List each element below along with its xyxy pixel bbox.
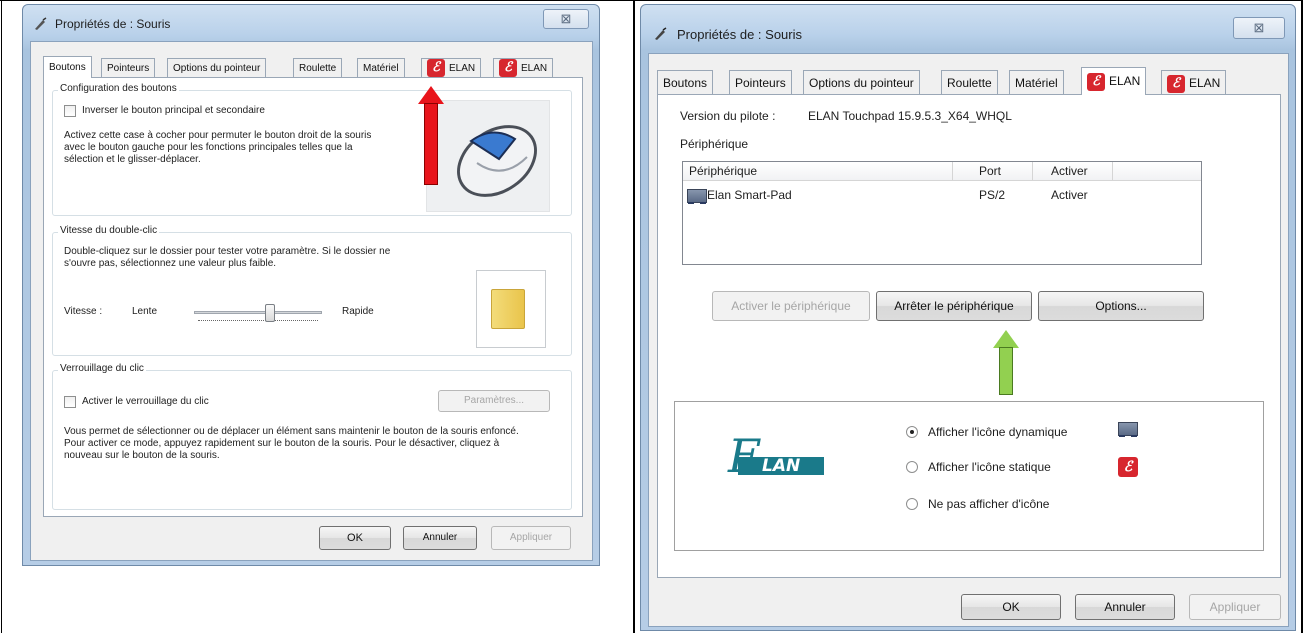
green-arrow-shaft xyxy=(999,347,1013,395)
tab-elan-2[interactable]: ℰ ELAN xyxy=(1161,70,1227,94)
right-apply-button[interactable]: Appliquer xyxy=(1189,594,1281,620)
click-lock-settings-button[interactable]: Paramètres... xyxy=(438,390,550,412)
radio-static-icon-label: Afficher l'icône statique xyxy=(928,460,1051,474)
tab-pointeurs[interactable]: Pointeurs xyxy=(729,70,792,94)
right-mouse-properties-dialog: Propriétés de : Souris ⊠ Boutons Pointeu… xyxy=(640,4,1296,631)
table-row[interactable]: Elan Smart-Pad PS/2 Activer xyxy=(683,184,1201,206)
elan-tab-icon: ℰ xyxy=(499,59,517,78)
right-tab-panel: Version du pilote : ELAN Touchpad 15.9.5… xyxy=(657,94,1281,578)
button-config-description: Activez cette case à cocher pour permute… xyxy=(64,130,372,165)
fast-label: Rapide xyxy=(342,306,374,317)
frame-divider-middle xyxy=(633,0,635,633)
radio-dynamic-icon[interactable] xyxy=(906,426,918,438)
column-header-device[interactable]: Périphérique xyxy=(683,162,953,181)
touchpad-icon xyxy=(1118,421,1138,437)
device-list-header: Périphérique Port Activer xyxy=(683,162,1201,181)
tab-roulette[interactable]: Roulette xyxy=(293,58,343,78)
elan-tab-icon: ℰ xyxy=(1087,72,1105,91)
right-title-bar[interactable]: Propriétés de : Souris ⊠ xyxy=(641,5,1295,45)
left-client-area: Boutons Pointeurs Options du pointeur Ro… xyxy=(30,41,593,561)
mouse-pointer-icon xyxy=(653,27,667,41)
click-lock-checkbox-label: Activer le verrouillage du clic xyxy=(82,396,209,407)
click-lock-description: Vous permet de sélectionner ou de déplac… xyxy=(64,426,519,461)
frame-divider-left xyxy=(1,0,2,633)
left-title-bar[interactable]: Propriétés de : Souris ⊠ xyxy=(23,5,599,45)
device-list[interactable]: Périphérique Port Activer Elan Smart-Pad… xyxy=(682,161,1202,265)
button-config-label: Configuration des boutons xyxy=(58,83,179,94)
radio-no-icon[interactable] xyxy=(906,498,918,510)
driver-version-value: ELAN Touchpad 15.9.5.3_X64_WHQL xyxy=(808,109,1012,123)
driver-version-label: Version du pilote : xyxy=(680,109,776,123)
tab-pointeurs[interactable]: Pointeurs xyxy=(101,58,156,78)
tab-elan-2-label: ELAN xyxy=(1189,76,1221,90)
slider-ticks xyxy=(198,320,318,323)
double-click-description: Double-cliquez sur le dossier pour teste… xyxy=(64,246,391,269)
options-button[interactable]: Options... xyxy=(1038,291,1204,321)
slow-label: Lente xyxy=(132,306,158,317)
frame-divider-top xyxy=(0,0,1303,1)
mouse-pointer-icon xyxy=(33,17,47,31)
tab-elan-2-label: ELAN xyxy=(521,63,548,74)
slider-track xyxy=(194,311,322,314)
radio-no-icon-label: Ne pas afficher d'icône xyxy=(928,497,1050,511)
left-tab-panel: Configuration des boutons Inverser le bo… xyxy=(43,77,583,517)
device-section-label: Périphérique xyxy=(680,137,749,151)
left-window-title: Propriétés de : Souris xyxy=(55,17,171,31)
elan-static-icon: ℰ xyxy=(1118,457,1138,477)
mouse-image xyxy=(426,100,550,212)
left-mouse-properties-dialog: Propriétés de : Souris ⊠ Boutons Pointeu… xyxy=(22,4,600,566)
red-arrow-head xyxy=(418,86,444,104)
elan-tab-icon: ℰ xyxy=(427,59,445,78)
tab-boutons[interactable]: Boutons xyxy=(43,56,92,78)
radio-dynamic-icon-label: Afficher l'icône dynamique xyxy=(928,425,1068,439)
left-ok-button[interactable]: OK xyxy=(319,526,391,550)
click-lock-label: Verrouillage du clic xyxy=(58,363,146,374)
tab-boutons[interactable]: Boutons xyxy=(657,70,714,94)
dynamic-icon-preview xyxy=(1118,421,1138,437)
green-arrow-head xyxy=(993,330,1019,348)
left-cancel-button[interactable]: Annuler xyxy=(403,526,477,550)
device-name-cell: Elan Smart-Pad xyxy=(687,184,792,206)
tab-elan-1-label: ELAN xyxy=(1109,74,1141,88)
tab-elan-1-label: ELAN xyxy=(449,63,476,74)
elan-tab-icon: ℰ xyxy=(1167,74,1185,93)
tab-elan-2[interactable]: ℰ ELAN xyxy=(493,58,554,78)
red-arrow-shaft xyxy=(424,103,438,185)
tab-materiel[interactable]: Matériel xyxy=(357,58,405,78)
device-status-cell: Activer xyxy=(1051,188,1088,202)
invert-buttons-checkbox[interactable] xyxy=(64,105,76,117)
tab-options-pointeur[interactable]: Options du pointeur xyxy=(803,70,920,94)
invert-buttons-label: Inverser le bouton principal et secondai… xyxy=(82,105,265,116)
right-cancel-button[interactable]: Annuler xyxy=(1075,594,1175,620)
close-icon[interactable]: ⊠ xyxy=(543,9,589,29)
tab-roulette[interactable]: Roulette xyxy=(941,70,998,94)
device-name-text: Elan Smart-Pad xyxy=(707,188,792,202)
stop-device-button[interactable]: Arrêter le périphérique xyxy=(876,291,1032,321)
right-client-area: Boutons Pointeurs Options du pointeur Ro… xyxy=(648,53,1289,627)
close-icon[interactable]: ⊠ xyxy=(1233,17,1285,39)
column-header-enable[interactable]: Activer xyxy=(1033,162,1113,181)
double-click-label: Vitesse du double-clic xyxy=(58,225,160,236)
radio-static-icon[interactable] xyxy=(906,461,918,473)
enable-device-button[interactable]: Activer le périphérique xyxy=(712,291,870,321)
elan-logo-text: LAN xyxy=(762,456,801,476)
device-port-cell: PS/2 xyxy=(979,188,1006,202)
speed-label: Vitesse : xyxy=(64,306,103,317)
tab-options-pointeur[interactable]: Options du pointeur xyxy=(167,58,267,78)
right-window-title: Propriétés de : Souris xyxy=(677,27,803,42)
tab-elan-1[interactable]: ℰ ELAN xyxy=(1081,67,1147,95)
touchpad-icon xyxy=(687,188,707,204)
tab-materiel[interactable]: Matériel xyxy=(1009,70,1064,94)
folder-icon xyxy=(491,289,525,329)
elan-logo: E LAN xyxy=(722,429,826,483)
left-apply-button[interactable]: Appliquer xyxy=(491,526,571,550)
test-folder-box[interactable] xyxy=(476,270,546,348)
tab-elan-1[interactable]: ℰ ELAN xyxy=(421,58,482,78)
column-header-port[interactable]: Port xyxy=(953,162,1033,181)
right-ok-button[interactable]: OK xyxy=(961,594,1061,620)
slider-thumb[interactable] xyxy=(265,304,275,322)
speed-slider[interactable] xyxy=(194,302,322,326)
click-lock-checkbox[interactable] xyxy=(64,396,76,408)
